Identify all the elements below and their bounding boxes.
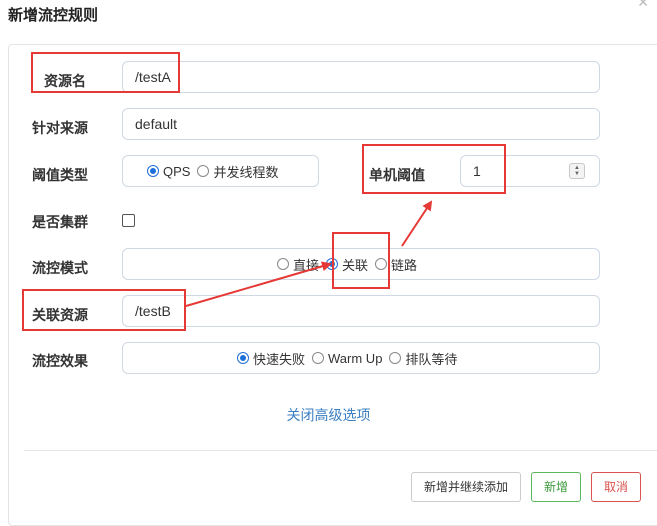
radio-label: 关联: [342, 257, 369, 273]
cancel-button[interactable]: 取消: [591, 472, 641, 502]
radio-option-threads[interactable]: 并发线程数: [197, 162, 278, 181]
save-continue-button[interactable]: 新增并继续添加: [411, 472, 521, 502]
radio-option-queue[interactable]: 排队等待: [389, 349, 457, 368]
limit-app-label: 针对来源: [32, 120, 88, 136]
flow-effect-group: 快速失败 Warm Up 排队等待: [122, 342, 600, 374]
toggle-advanced-link[interactable]: 关闭高级选项: [0, 405, 657, 425]
radio-label: QPS: [163, 163, 191, 179]
radio-label: 并发线程数: [213, 164, 279, 180]
resource-name-label: 资源名: [44, 73, 86, 89]
radio-icon: [375, 258, 388, 270]
radio-option-chain[interactable]: 链路: [375, 255, 417, 274]
radio-icon: [147, 165, 159, 177]
radio-option-direct[interactable]: 直接: [277, 255, 319, 274]
footer-divider: [24, 450, 657, 451]
add-button[interactable]: 新增: [531, 472, 581, 502]
radio-icon: [312, 352, 325, 364]
radio-icon: [326, 258, 339, 270]
radio-option-qps[interactable]: QPS: [147, 164, 190, 179]
limit-app-input[interactable]: [122, 108, 600, 140]
radio-option-fast-fail[interactable]: 快速失败: [237, 349, 305, 368]
flow-mode-group: 直接 关联 链路: [122, 248, 600, 280]
radio-label: 链路: [391, 257, 418, 273]
radio-icon: [237, 352, 249, 364]
radio-icon: [277, 258, 289, 270]
radio-label: 快速失败: [253, 351, 306, 367]
radio-option-warm-up[interactable]: Warm Up: [312, 351, 382, 366]
resource-name-input[interactable]: [122, 61, 600, 93]
radio-icon: [197, 165, 210, 177]
ref-resource-label: 关联资源: [32, 307, 88, 323]
cluster-checkbox[interactable]: [122, 214, 135, 227]
close-icon[interactable]: ✕: [637, 0, 649, 11]
number-spinner-icon[interactable]: ▲ ▼: [569, 163, 585, 179]
radio-label: Warm Up: [328, 350, 383, 366]
radio-label: 直接: [293, 257, 320, 273]
radio-label: 排队等待: [405, 351, 458, 367]
radio-option-relate[interactable]: 关联: [326, 255, 368, 274]
single-threshold-label: 单机阈值: [369, 167, 425, 183]
flow-mode-label: 流控模式: [32, 260, 88, 276]
cluster-label: 是否集群: [32, 214, 88, 230]
flow-effect-label: 流控效果: [32, 353, 88, 369]
dialog-title: 新增流控规则: [8, 7, 99, 24]
radio-icon: [389, 352, 402, 364]
single-threshold-input[interactable]: 1 ▲ ▼: [460, 155, 600, 187]
single-threshold-value: 1: [473, 163, 481, 179]
ref-resource-input[interactable]: [122, 295, 600, 327]
threshold-type-group: QPS 并发线程数: [122, 155, 319, 187]
threshold-type-label: 阈值类型: [32, 167, 88, 183]
